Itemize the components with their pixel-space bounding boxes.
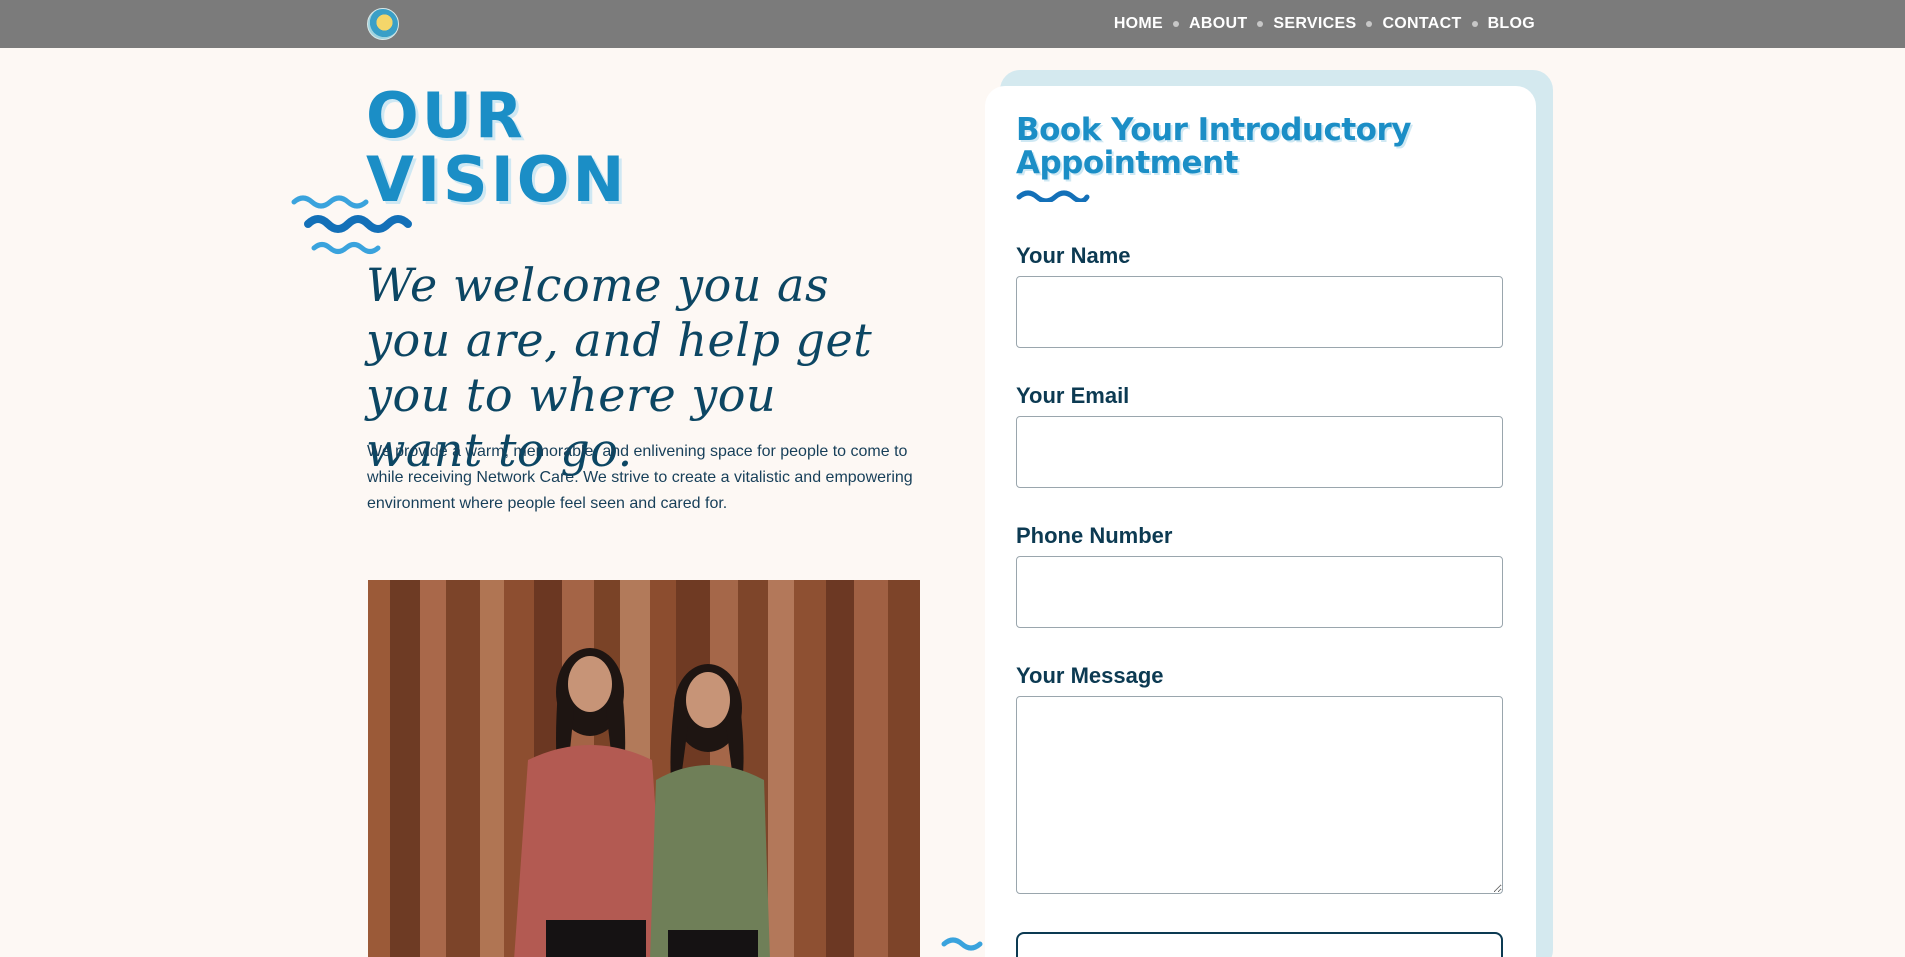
nav-link-services[interactable]: SERVICES [1273, 15, 1356, 33]
top-nav-bar: HOME ABOUT SERVICES CONTACT BLOG [0, 0, 1905, 48]
phone-label: Phone Number [1016, 523, 1173, 548]
name-input[interactable] [1016, 276, 1503, 348]
nav-separator-dot [1366, 21, 1373, 27]
form-title: Book Your Introductory Appointment [1016, 112, 1411, 181]
phone-input[interactable] [1016, 556, 1503, 628]
vision-description: We provide a warm, memorable, and enlive… [367, 443, 913, 512]
form-title-wave-icon [1016, 190, 1090, 202]
decorative-wave-icon [941, 937, 983, 951]
team-photo [368, 580, 920, 957]
submit-button[interactable] [1016, 932, 1503, 957]
email-input[interactable] [1016, 416, 1503, 488]
nav-links: HOME ABOUT SERVICES CONTACT BLOG [1114, 0, 1535, 48]
nav-link-contact[interactable]: CONTACT [1382, 15, 1461, 33]
decorative-waves-icon [291, 195, 412, 254]
vision-heading-line1: OUR [366, 79, 526, 152]
nav-link-about[interactable]: ABOUT [1189, 15, 1247, 33]
nav-separator-dot [1173, 21, 1180, 27]
nav-link-blog[interactable]: BLOG [1488, 15, 1535, 33]
nav-separator-dot [1257, 21, 1264, 27]
email-label: Your Email [1016, 383, 1130, 408]
nav-link-home[interactable]: HOME [1114, 15, 1163, 33]
message-label: Your Message [1016, 663, 1164, 688]
name-label: Your Name [1016, 243, 1131, 268]
nav-separator-dot [1471, 21, 1478, 27]
wave-sun-logo-icon[interactable] [367, 8, 399, 40]
message-textarea[interactable] [1016, 696, 1503, 894]
